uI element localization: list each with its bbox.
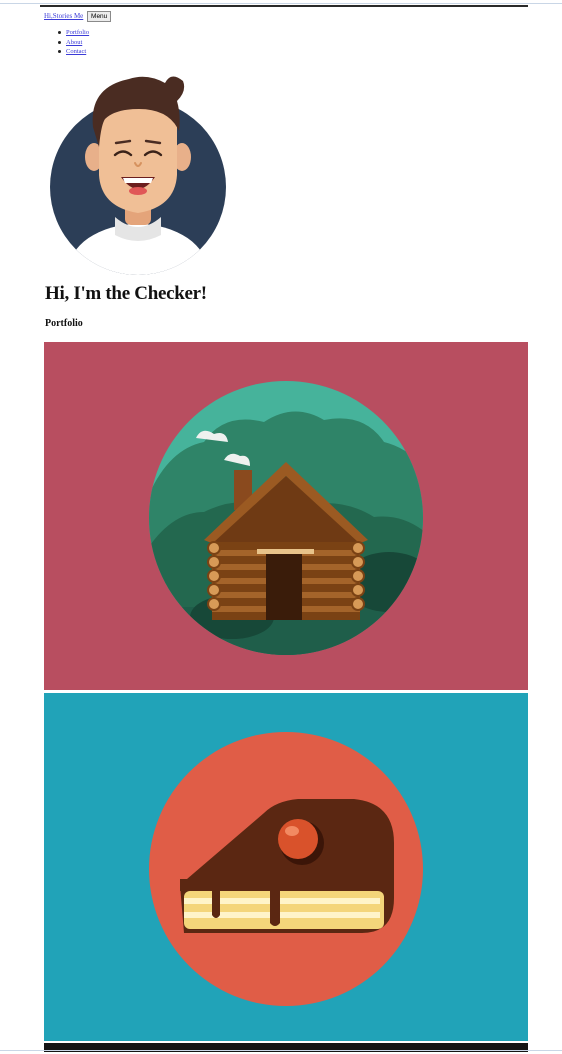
nav-item-contact: Contact — [58, 47, 89, 57]
portfolio-item-cabin[interactable] — [44, 342, 528, 690]
portfolio-heading: Portfolio — [45, 318, 83, 329]
brand-link[interactable]: Hi,Stories Me — [44, 12, 83, 20]
log-cabin-illustration-icon — [44, 342, 528, 690]
nav-item-about: About — [58, 38, 89, 48]
window-bottom-border — [0, 1050, 562, 1051]
nav-link-portfolio[interactable]: Portfolio — [66, 29, 89, 36]
menu-button[interactable]: Menu — [87, 11, 112, 22]
nav-item-portfolio: Portfolio — [58, 28, 89, 38]
portfolio-item-cake[interactable] — [44, 693, 528, 1041]
smiling-person-avatar-icon — [50, 76, 226, 275]
window-top-border — [0, 3, 562, 4]
nav-link-about[interactable]: About — [66, 39, 82, 46]
page-title: Hi, I'm the Checker! — [45, 283, 207, 304]
cake-slice-illustration-icon — [44, 693, 528, 1041]
main-nav: Portfolio About Contact — [58, 28, 89, 57]
avatar — [49, 67, 235, 275]
top-bar — [40, 5, 528, 7]
nav-link-contact[interactable]: Contact — [66, 48, 86, 55]
site-header: Hi,Stories Me Menu — [44, 11, 112, 22]
